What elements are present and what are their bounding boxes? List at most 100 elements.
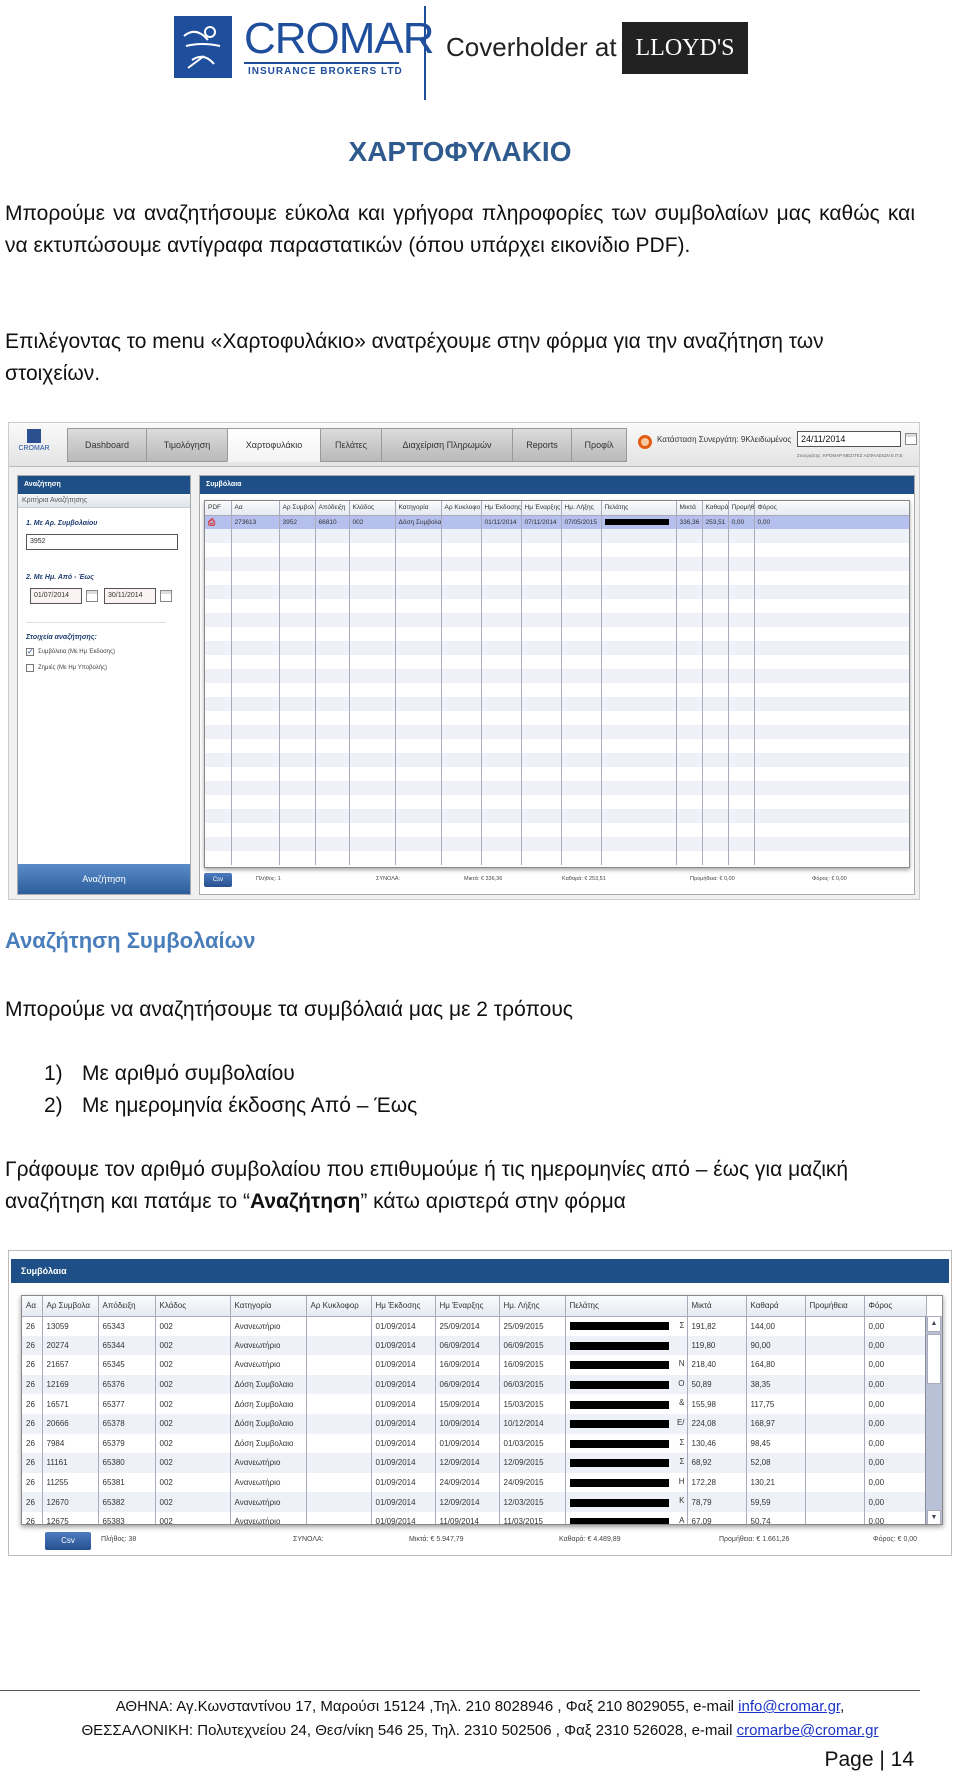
column-header[interactable]: Απόδειξη: [98, 1296, 156, 1317]
column-header[interactable]: Ημ Έκδοσης: [481, 501, 522, 516]
calendar-icon[interactable]: [905, 433, 917, 445]
column-header[interactable]: Καθαρά: [746, 1296, 806, 1317]
table-row[interactable]: ⎙ 273613 3952 66810 002 Δόση Συμβολα 01/11/201…: [205, 515, 909, 529]
redacted-client: [569, 1341, 669, 1350]
table-cell: 25/09/2015: [499, 1316, 566, 1336]
date-to-calendar-icon[interactable]: [160, 590, 172, 602]
column-header[interactable]: Αρ Κυκλοφο: [441, 501, 482, 516]
nav-tab-clients[interactable]: Πελάτες: [320, 428, 382, 462]
column-header[interactable]: Ημ. Λήξης: [499, 1296, 566, 1317]
total-gross: Μικτά: € 5.947,79: [409, 1536, 464, 1543]
csv-export-button[interactable]: Csv: [204, 873, 232, 887]
pdf-icon[interactable]: ⎙: [208, 517, 215, 527]
athens-email-link[interactable]: info@cromar.gr: [738, 1698, 840, 1715]
vertical-scrollbar[interactable]: ▲ ▼: [925, 1316, 942, 1524]
table-row[interactable]: 26 16571 65377 002 Δόση Συμβολαιο 01/09/2014 1…: [22, 1394, 927, 1414]
column-header[interactable]: Κατηγορία: [230, 1296, 307, 1317]
column-header[interactable]: Φόρος: [754, 501, 909, 516]
table-row[interactable]: 26 20666 65378 002 Δόση Συμβολαιο 01/09/2014 1…: [22, 1413, 927, 1434]
thessaloniki-address: ΘΕΣΣΑΛΟΝΙΚΗ: Πολυτεχνείου 24, Θεσ/νίκη 5…: [81, 1722, 879, 1739]
claims-checkbox[interactable]: [26, 664, 34, 672]
column-header[interactable]: Ημ. Λήξης: [561, 501, 602, 516]
client-cell: Κ: [565, 1492, 688, 1512]
policy-number-input[interactable]: 3952: [26, 534, 178, 550]
column-header[interactable]: Κατηγορία: [395, 501, 442, 516]
client-tail: Η: [678, 1476, 685, 1486]
scroll-thumb[interactable]: [927, 1334, 941, 1384]
column-header[interactable]: Μικτά: [687, 1296, 747, 1317]
column-header[interactable]: Αρ Συμβολ: [279, 501, 316, 516]
table-row[interactable]: 26 11255 65381 002 Ανανεωτήριο 01/09/2014 24/0…: [22, 1472, 927, 1493]
table-cell: Ανανεωτήριο: [230, 1355, 307, 1375]
current-date-field[interactable]: 24/11/2014: [797, 431, 901, 447]
table-cell: 002: [349, 515, 396, 529]
table-cell: 07/05/2015: [561, 515, 602, 529]
app-logo[interactable]: CROMAR: [17, 429, 51, 463]
column-header[interactable]: Αα: [231, 501, 280, 516]
column-header[interactable]: Μικτά: [676, 501, 703, 516]
date-to-input[interactable]: 30/11/2014: [104, 588, 156, 604]
table-cell: [805, 1335, 865, 1356]
table-row[interactable]: 26 7984 65379 002 Δόση Συμβολαιο 01/09/2014 01…: [22, 1433, 927, 1454]
table-row[interactable]: 26 12675 65383 002 Ανανεωτήριο 01/09/2014 11/0…: [22, 1511, 927, 1524]
table-cell: 01/09/2014: [371, 1492, 436, 1512]
table-row[interactable]: 26 21657 65345 002 Ανανεωτήριο 01/09/2014 16/0…: [22, 1355, 927, 1375]
column-header[interactable]: Ημ Έναρξης: [435, 1296, 500, 1317]
table-cell: 002: [155, 1316, 231, 1336]
column-header[interactable]: PDF: [205, 501, 232, 516]
client-cell: Ε/: [565, 1413, 688, 1434]
policies-panel-title: Συμβόλαια: [11, 1259, 949, 1283]
table-cell: 26: [22, 1335, 43, 1356]
nav-tab-dashboard[interactable]: Dashboard: [67, 428, 147, 462]
nav-tab-reports[interactable]: Reports: [512, 428, 572, 462]
column-header[interactable]: Πελάτης: [565, 1296, 688, 1317]
column-header[interactable]: Απόδειξη: [315, 501, 350, 516]
table-cell: 218,40: [687, 1355, 747, 1375]
results-footer: Csv Πλήθος: 1 ΣΥΝΟΛΑ: Μικτά: € 336,36 Κα…: [204, 870, 910, 890]
scroll-up-icon[interactable]: ▲: [927, 1316, 941, 1332]
table-cell: [306, 1394, 372, 1414]
column-header[interactable]: Αρ Συμβολα: [42, 1296, 99, 1317]
list-item: 1) Με αριθμό συμβολαίου: [44, 1062, 295, 1085]
nav-tab-payments[interactable]: Διαχείριση Πληρωμών: [381, 428, 513, 462]
thessaloniki-email-link[interactable]: cromarbe@cromar.gr: [737, 1722, 879, 1739]
total-tax: Φόρος: € 0,00: [873, 1536, 918, 1543]
table-row[interactable]: 26 12169 65376 002 Δόση Συμβολαιο 01/09/2014 0…: [22, 1374, 927, 1395]
totals-label: ΣΥΝΟΛΑ:: [376, 876, 401, 882]
empty-row: [205, 767, 909, 781]
date-from-input[interactable]: 01/07/2014: [30, 588, 82, 604]
csv-export-button[interactable]: Csv: [45, 1532, 91, 1550]
column-header[interactable]: Πελάτης: [601, 501, 677, 516]
total-gross: Μικτά: € 336,36: [464, 876, 503, 882]
column-header[interactable]: Προμήθεια: [805, 1296, 865, 1317]
nav-tab-portfolio[interactable]: Χαρτοφυλάκιο: [227, 428, 321, 462]
table-cell: 21657: [42, 1355, 99, 1375]
table-cell: [805, 1453, 865, 1473]
column-header[interactable]: Αα: [22, 1296, 43, 1317]
nav-tab-profile[interactable]: Προφίλ: [571, 428, 627, 462]
table-row[interactable]: 26 13059 65343 002 Ανανεωτήριο 01/09/2014 25/0…: [22, 1316, 927, 1336]
column-header[interactable]: Καθαρά: [702, 501, 729, 516]
date-from-calendar-icon[interactable]: [86, 590, 98, 602]
table-row[interactable]: 26 11161 65380 002 Ανανεωτήριο 01/09/2014 12/0…: [22, 1453, 927, 1473]
column-header[interactable]: Αρ Κυκλοφορ: [306, 1296, 372, 1317]
client-tail: Κ: [679, 1496, 685, 1506]
table-row[interactable]: 26 12670 65382 002 Ανανεωτήριο 01/09/2014 12/0…: [22, 1492, 927, 1512]
column-header[interactable]: Προμήθ: [728, 501, 755, 516]
column-header[interactable]: Ημ Έκδοσης: [371, 1296, 436, 1317]
column-header[interactable]: Κλάδος: [155, 1296, 231, 1317]
search-button[interactable]: Αναζήτηση: [18, 864, 190, 894]
table-cell: 01/09/2014: [371, 1453, 436, 1473]
table-cell: [306, 1335, 372, 1356]
nav-tab-pricing[interactable]: Τιμολόγηση: [146, 428, 228, 462]
column-header[interactable]: Ημ Έναρξης: [521, 501, 562, 516]
table-cell: 26: [22, 1316, 43, 1336]
table-row[interactable]: 26 20274 65344 002 Ανανεωτήριο 01/09/2014 06/0…: [22, 1335, 927, 1356]
empty-row: [205, 585, 909, 599]
table-cell: 65382: [98, 1492, 156, 1512]
coverholder-text: Coverholder at: [446, 32, 617, 62]
column-header[interactable]: Κλάδος: [349, 501, 396, 516]
column-header[interactable]: Φόρος: [864, 1296, 927, 1317]
policies-checkbox[interactable]: ✓: [26, 648, 34, 656]
scroll-down-icon[interactable]: ▼: [927, 1510, 941, 1524]
